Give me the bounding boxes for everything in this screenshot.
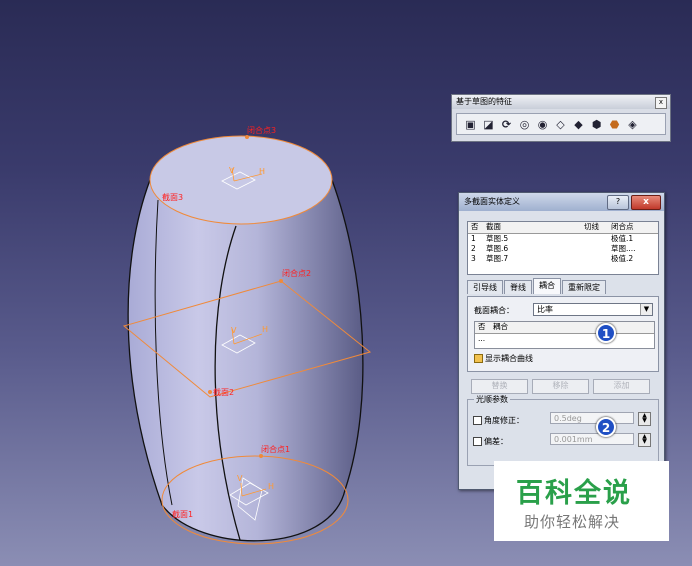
multi-sections-solid-dialog: 多截面实体定义 ? x 否 截面 切线 闭合点 1 草图.5 极值.1 2 草图…: [458, 192, 665, 490]
table-row[interactable]: 3 草图.7 极值.2: [468, 254, 658, 264]
show-coupling-curves-link[interactable]: 显示耦合曲线: [485, 353, 533, 364]
angle-spinner[interactable]: ▲ ▼: [638, 412, 651, 426]
shaft-icon[interactable]: ⟳: [499, 117, 514, 132]
chevron-down-icon[interactable]: ▼: [640, 304, 652, 315]
smoothing-parameters: 光顺参数 角度修正： 0.5deg ▲ ▼ 偏差： 0.001mm ▲ ▼: [467, 394, 659, 466]
section-1-label: 截面1: [172, 510, 194, 519]
watermark-main: 百科全说: [516, 478, 632, 509]
dialog-tabs: 引导线 脊线 耦合 重新限定: [467, 278, 607, 296]
section-coupling-value: 比率: [537, 305, 553, 314]
pad-icon[interactable]: ▣: [463, 117, 478, 132]
deviation-input[interactable]: 0.001mm: [550, 433, 634, 445]
hole-icon[interactable]: ◉: [535, 117, 550, 132]
section-coupling-label: 截面耦合：: [474, 306, 514, 315]
smoothing-legend: 光顺参数: [474, 394, 510, 405]
watermark-sub: 助你轻松解决: [524, 513, 621, 531]
col-section: 截面: [486, 222, 501, 231]
toolbar-close-button[interactable]: x: [655, 97, 667, 109]
deviation-spinner[interactable]: ▲ ▼: [638, 433, 651, 447]
sketch-based-features-toolbar: 基于草图的特征 x ▣ ◪ ⟳ ◎ ◉ ◇ ◆ ⬢ ⬣ ◈: [451, 94, 671, 142]
solid-body: [127, 179, 364, 542]
coupling-list-header: 否 耦合: [475, 322, 654, 334]
watermark: 百科全说 助你轻松解决: [494, 461, 669, 541]
solid-combine-icon[interactable]: ◈: [625, 117, 640, 132]
coupling-panel: 截面耦合： 比率 ▼ 否 耦合 ... 显示耦合曲线: [467, 296, 659, 372]
callout-marker-1: 1: [596, 323, 616, 343]
section-2-label: 截面2: [213, 388, 235, 397]
deviation-label: 偏差：: [484, 437, 508, 446]
axis-h-label: H: [262, 325, 269, 334]
help-button[interactable]: ?: [607, 195, 629, 210]
axis-v-label: V: [229, 166, 235, 175]
angle-correction-input[interactable]: 0.5deg: [550, 412, 634, 424]
angle-correction-label: 角度修正：: [484, 416, 524, 425]
top-face: [149, 135, 333, 225]
angle-correction-checkbox[interactable]: [473, 416, 482, 425]
table-row[interactable]: 1 草图.5 极值.1: [468, 234, 658, 244]
axis-v-label: V: [231, 326, 237, 335]
toolbar-title: 基于草图的特征: [452, 95, 670, 109]
coupling-curve-icon: [474, 354, 483, 363]
add-button[interactable]: 添加: [593, 379, 650, 394]
groove-icon[interactable]: ◎: [517, 117, 532, 132]
pocket-icon[interactable]: ◪: [481, 117, 496, 132]
closing-point-2-label: 闭合点2: [282, 269, 312, 278]
sections-list[interactable]: 否 截面 切线 闭合点 1 草图.5 极值.1 2 草图.6 草图.... 3 …: [467, 221, 659, 275]
axis-v-label: V: [237, 474, 243, 483]
col-tangent: 切线: [584, 222, 599, 231]
deviation-checkbox[interactable]: [473, 437, 482, 446]
multi-sections-solid-icon[interactable]: ⬢: [589, 117, 604, 132]
remove-button[interactable]: 移除: [532, 379, 589, 394]
section-3-label: 截面3: [162, 193, 184, 202]
tab-guides[interactable]: 引导线: [467, 280, 503, 294]
section-coupling-select[interactable]: 比率 ▼: [533, 303, 653, 316]
coupling-buttons: 替换 移除 添加: [471, 379, 650, 394]
close-button[interactable]: x: [631, 195, 661, 210]
replace-button[interactable]: 替换: [471, 379, 528, 394]
closing-point-3-label: 闭合点3: [247, 126, 277, 135]
axis-h-label: H: [259, 167, 266, 176]
sections-list-header: 否 截面 切线 闭合点: [468, 222, 658, 234]
toolbar-icons: ▣ ◪ ⟳ ◎ ◉ ◇ ◆ ⬢ ⬣ ◈: [456, 113, 666, 135]
coupling-list[interactable]: 否 耦合 ...: [474, 321, 655, 349]
tab-spine[interactable]: 脊线: [504, 280, 532, 294]
closing-point-1-label: 闭合点1: [261, 445, 291, 454]
rib-icon[interactable]: ◇: [553, 117, 568, 132]
axis-h-label: H: [268, 482, 275, 491]
list-item[interactable]: ...: [475, 334, 654, 344]
table-row[interactable]: 2 草图.6 草图....: [468, 244, 658, 254]
removed-multi-sections-icon[interactable]: ⬣: [607, 117, 622, 132]
col-no: 否: [471, 222, 479, 231]
col-closing-point: 闭合点: [611, 222, 634, 231]
slot-icon[interactable]: ◆: [571, 117, 586, 132]
callout-marker-2: 2: [596, 417, 616, 437]
tab-coupling[interactable]: 耦合: [533, 278, 561, 294]
tab-relimitation[interactable]: 重新限定: [562, 280, 606, 294]
